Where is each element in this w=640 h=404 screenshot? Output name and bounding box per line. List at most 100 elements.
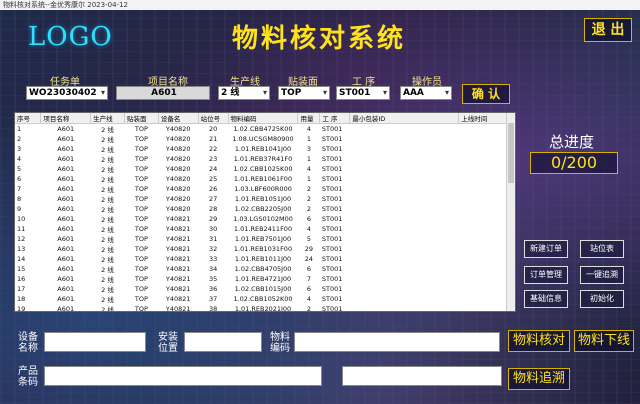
table-row[interactable]: 8 A601 2 线 TOP Y40820 27 1.01.REB1051J00 2 ST001 [15,194,515,204]
table-cell: ST001 [321,155,343,163]
table-cell: TOP [134,295,148,303]
table-cell: 6 [306,215,311,223]
column-header[interactable]: 最小包装ID [349,113,460,124]
column-header[interactable]: 设备名 [158,113,199,124]
table-cell [350,224,459,234]
table-header-row: 序号 项目名称 生产线 贴装面 设备名 站位号 物料编码 用量工 序最小包装ID 上线时间 [15,113,515,124]
table-cell: 16 [17,275,26,283]
table-row[interactable]: 19 A601 2 线 TOP Y40821 38 1.01.REB2021J00 2 ST00… [15,304,515,312]
confirm-button[interactable]: 确 认 [462,84,510,104]
scrollbar-thumb[interactable] [508,123,514,183]
table-cell: 22 [208,145,218,153]
table-cell: TOP [134,225,148,233]
table-cell: 10 [17,215,26,223]
table-row[interactable]: 18 A601 2 线 TOP Y40821 37 1.02.CBB1052K00 4 ST00… [15,294,515,304]
column-header[interactable]: 项目名称 [40,113,92,124]
table-cell [350,144,459,154]
material-check-button[interactable]: 物料核对 [508,330,570,352]
column-header[interactable]: 生产线 [90,113,125,124]
table-row[interactable]: 3 A601 2 线 TOP Y40820 22 1.01.REB1041J00 3 ST001 [15,144,515,154]
install-position-label: 安装 位置 [158,332,178,354]
project-field[interactable]: A601 [116,86,210,100]
table-cell: ST001 [321,275,343,283]
table-cell: 2 线 [101,306,114,312]
table-cell: A601 [57,135,75,143]
table-cell: TOP [134,205,148,213]
table-cell: 1.02.CBB4705J00 [234,265,292,273]
table-cell [350,274,459,284]
table-cell: A601 [57,305,75,312]
operator-select[interactable]: AAA [400,86,452,100]
table-cell: 25 [208,175,218,183]
column-header[interactable]: 站位号 [198,113,229,124]
table-cell: 2 线 [101,166,114,174]
table-cell: 1.02.CBB1025K00 [233,165,293,173]
table-cell: A601 [57,195,75,203]
exit-button[interactable]: 退 出 [584,18,632,42]
table-cell: 2 线 [101,266,114,274]
table-row[interactable]: 10 A601 2 线 TOP Y40821 29 1.03.LGS0102M00 6 ST00… [15,214,515,224]
column-header[interactable]: 工 序 [319,113,351,124]
table-row[interactable]: 12 A601 2 线 TOP Y40821 31 1.01.REB7501J00 5 ST00… [15,234,515,244]
table-cell: 30 [208,225,218,233]
column-header[interactable]: 物料编码 [228,113,299,124]
material-code-field[interactable] [294,332,500,352]
table-row[interactable]: 2 A601 2 线 TOP Y40820 21 1.08.UCSGM80900 1 ST001 [15,134,515,144]
table-row[interactable]: 17 A601 2 线 TOP Y40821 36 1.02.CBB1015J00 6 ST00… [15,284,515,294]
material-offline-button[interactable]: 物料下线 [574,330,634,352]
basic-info-button[interactable]: 基础信息 [524,290,568,308]
table-row[interactable]: 5 A601 2 线 TOP Y40820 24 1.02.CBB1025K00 4 ST001 [15,164,515,174]
table-cell: ST001 [321,215,343,223]
table-cell: 2 线 [101,176,114,184]
table-row[interactable]: 13 A601 2 线 TOP Y40821 32 1.01.REB1031F00 29 ST0… [15,244,515,254]
product-code-field[interactable] [44,366,322,386]
table-cell: Y40821 [165,235,191,243]
station-table-button[interactable]: 站位表 [580,240,624,258]
table-row[interactable]: 7 A601 2 线 TOP Y40820 26 1.03.LBF600R000 2 ST001 [15,184,515,194]
table-cell: 1.01.REB4721J00 [234,275,292,283]
material-table[interactable]: 序号 项目名称 生产线 贴装面 设备名 站位号 物料编码 用量工 序最小包装ID 上线时间 1 A… [14,112,516,312]
table-cell: 2 [306,195,311,203]
one-key-trace-button[interactable]: 一键追溯 [580,266,624,284]
table-cell: Y40820 [165,155,191,163]
table-row[interactable]: 6 A601 2 线 TOP Y40820 25 1.01.REB1061F00 1 ST001 [15,174,515,184]
table-row[interactable]: 16 A601 2 线 TOP Y40821 35 1.01.REB4721J00 7 ST00… [15,274,515,284]
initialize-button[interactable]: 初始化 [580,290,624,308]
page-title: 物料核对系统 [232,24,407,54]
table-cell: 1.01.REB1031F00 [233,245,293,253]
table-row[interactable]: 9 A601 2 线 TOP Y40820 28 1.02.CBB2205J00 2 ST001 [15,204,515,214]
table-cell: 2 线 [101,206,114,214]
column-header[interactable]: 贴装面 [124,113,159,124]
table-scrollbar[interactable] [506,113,515,311]
table-cell: ST001 [321,265,343,273]
table-cell: Y40820 [165,125,191,133]
column-header[interactable]: 用量 [297,113,321,124]
table-row[interactable]: 15 A601 2 线 TOP Y40821 34 1.02.CBB4705J00 6 ST00… [15,264,515,274]
order-manage-button[interactable]: 订单管理 [524,266,568,284]
column-header[interactable]: 序号 [15,113,42,124]
table-cell: Y40820 [165,185,191,193]
table-cell [350,304,459,311]
table-row[interactable]: 14 A601 2 线 TOP Y40821 33 1.01.REB1011J00 24 ST0… [15,254,515,264]
table-cell: 31 [208,235,218,243]
install-position-field[interactable] [184,332,262,352]
table-cell: 4 [306,165,311,173]
side-select[interactable]: TOP [278,86,330,100]
table-cell [350,194,459,204]
table-cell: 1.02.CBB4725K00 [233,125,293,133]
device-name-field[interactable] [44,332,146,352]
table-cell: Y40821 [165,265,191,273]
table-cell: 32 [208,245,218,253]
table-cell: 1.01.REB2411F00 [233,225,293,233]
new-order-button[interactable]: 新建订单 [524,240,568,258]
table-row[interactable]: 11 A601 2 线 TOP Y40821 30 1.01.REB2411F00 4 ST00… [15,224,515,234]
line-select[interactable]: 2 线 [218,86,270,100]
table-row[interactable]: 1 A601 2 线 TOP Y40820 20 1.02.CBB4725K00 4 ST001 [15,124,515,134]
table-cell: Y40820 [165,205,191,213]
process-select[interactable]: ST001 [336,86,390,100]
task-select[interactable]: WO23030402 [26,86,108,100]
table-cell: 5 [17,165,22,173]
material-trace-button[interactable]: 物料追溯 [508,368,570,390]
table-cell: 17 [17,285,26,293]
table-row[interactable]: 4 A601 2 线 TOP Y40820 23 1.01.REB37R41F0 1 ST001 [15,154,515,164]
